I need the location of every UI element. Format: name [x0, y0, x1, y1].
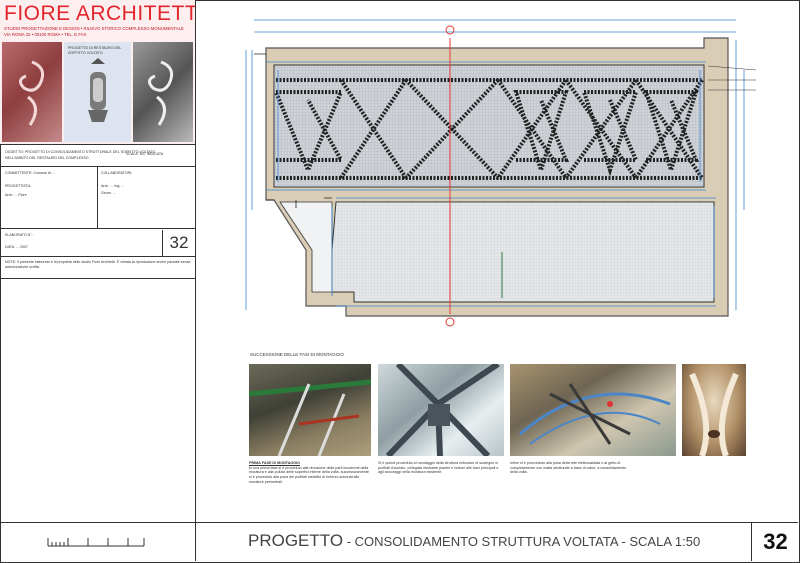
brand-header: FIORE ARCHITETTI STUDIO PROGETTAZIONE E …: [0, 0, 195, 145]
assembly-photo-2: [378, 361, 504, 459]
assembly-photo-3: [510, 364, 676, 456]
brand-address: VIA ROMA 32 • 00100 ROMA • TEL. E FAX: [4, 32, 87, 37]
photo-text-3: Infine si è provveduto alla posa della r…: [510, 461, 632, 475]
photo-text-body: In una prima fase si è proceduto alla ri…: [249, 465, 369, 484]
photo-text-1: PRIMA FASE DI MONTAGGIO In una prima fas…: [249, 461, 371, 485]
divider: [195, 522, 196, 561]
client-label: COMMITTENTE: Comune di ...: [5, 171, 55, 175]
drawing-number-label: ELABORATO N°:: [5, 233, 33, 237]
designer-label: PROGETTISTA:: [5, 184, 32, 188]
drawing-title: PROGETTO - CONSOLIDAMENTO STRUTTURA VOLT…: [248, 531, 700, 551]
drawing-title-rest: - CONSOLIDAMENTO STRUTTURA VOLTATA - SCA…: [343, 534, 701, 549]
date-value: DATA: ... 2007: [5, 245, 29, 249]
divider: [0, 256, 195, 257]
notes: NOTE: Il presente elaborato è di proprie…: [5, 260, 191, 269]
photo-text-body: Si è quindi proceduto al montaggio della…: [378, 461, 499, 475]
ornament-scroll-icon: [148, 60, 174, 126]
photo-text-body: Infine si è provveduto alla posa della r…: [510, 461, 627, 475]
steel-joint-icon: [385, 361, 500, 459]
ornament-photo-center: PROGETTO DI RESTAURO DEL SOFFITTO VOLTAT…: [64, 42, 131, 142]
designer-name: Arch. ... Fiore: [5, 193, 27, 197]
project-line-2: NELL'AMBITO DEL RESTAURO DEL COMPLESSO: [5, 156, 89, 160]
scale-note: SCALA "AS" INDICATA: [126, 152, 164, 156]
ornament-photo-left: [2, 42, 62, 142]
header-photos: PROGETTO DI RESTAURO DEL SOFFITTO VOLTAT…: [2, 42, 193, 142]
ornament-scroll-icon: [19, 60, 45, 126]
drawing-title-main: PROGETTO: [248, 531, 344, 550]
sheet-number: 32: [751, 523, 799, 561]
vault-mesh-icon: [519, 383, 671, 445]
scale-bar-icon: [47, 538, 145, 547]
divider: [97, 166, 98, 228]
collaborators-2: Geom. ...: [101, 191, 116, 195]
collaborators-1: Arch. ... Ing. ...: [101, 184, 125, 188]
assembly-photo-1: [248, 364, 372, 457]
collaborators-label: COLLABORATORI:: [101, 171, 133, 175]
assembly-photo-4: [682, 364, 746, 458]
vault-detail-icon: [689, 372, 739, 458]
ornament-photo-right: [133, 42, 193, 142]
photos-caption: SUCCESSIONE DELLE FASI DI MONTAGGIO: [250, 352, 344, 357]
divider: [0, 228, 195, 229]
brand-subtitle: STUDIO PROGETTAZIONE E DESIGN • RILIEVO …: [4, 26, 184, 31]
steel-beam-icon: [248, 379, 372, 457]
title-block-column: FIORE ARCHITETTI STUDIO PROGETTAZIONE E …: [0, 0, 196, 522]
brand-title: FIORE ARCHITETTI: [4, 2, 195, 25]
divider: [0, 278, 195, 279]
sheet-number-left: 32: [162, 230, 195, 256]
photo-text-2: Si è quindi proceduto al montaggio della…: [378, 461, 500, 475]
crest-icon: [88, 58, 108, 122]
floor-plan-drawing: [245, 19, 756, 327]
